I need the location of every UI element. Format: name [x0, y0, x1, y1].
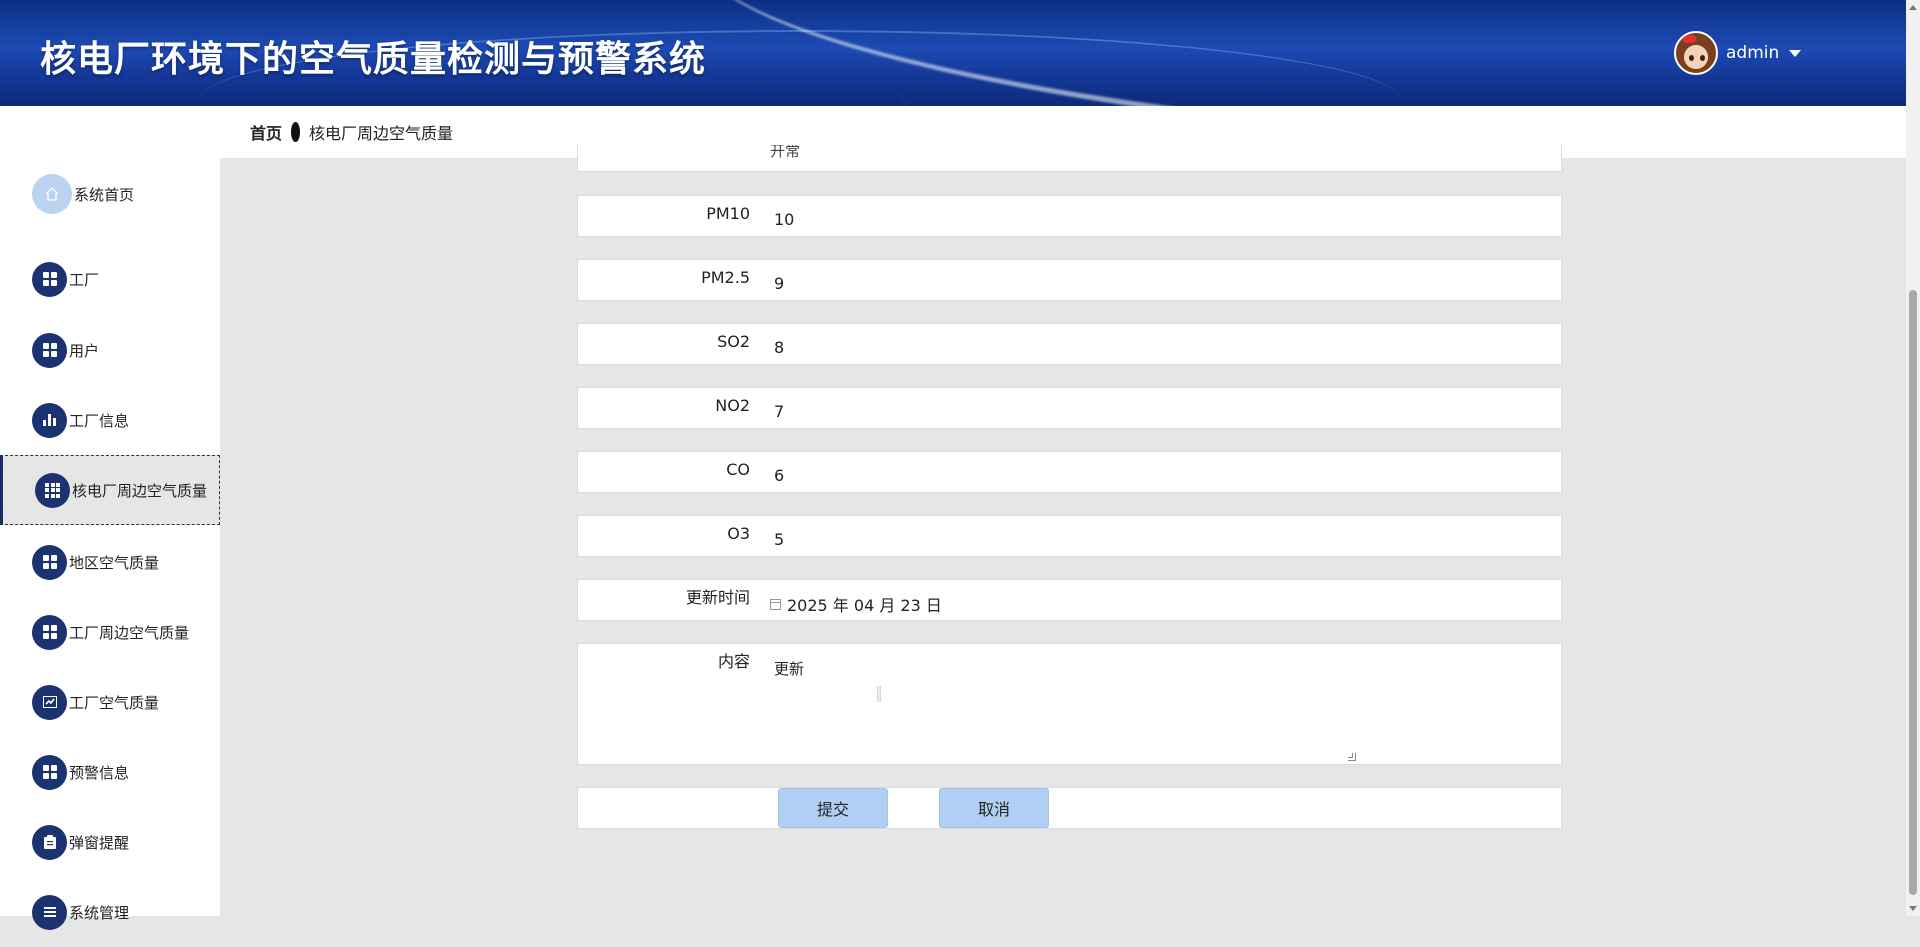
submit-button[interactable]: 提交	[778, 788, 888, 828]
sidebar-item-users[interactable]: 用户	[0, 315, 220, 385]
list-icon	[32, 894, 67, 930]
home-icon	[32, 174, 72, 214]
field-label: PM10	[706, 204, 750, 223]
grid-icon	[32, 754, 67, 790]
scroll-up-icon[interactable]	[1909, 5, 1917, 10]
sidebar: 系统首页 工厂 用户 工厂信息 核电厂周边空气质量 地区空气质量 工厂周边空气质…	[0, 106, 220, 930]
form-row-update-time: 更新时间 2025 年 04 月 23 日	[577, 579, 1562, 621]
pm10-input[interactable]	[770, 198, 1550, 234]
cancel-button[interactable]: 取消	[939, 788, 1049, 828]
sidebar-item-label: 核电厂周边空气质量	[72, 481, 208, 500]
table-icon	[35, 472, 70, 508]
o3-input[interactable]	[770, 518, 1550, 554]
partial-field-value: 开常	[770, 145, 801, 160]
sidebar-item-label: 预警信息	[69, 763, 130, 782]
scroll-down-icon[interactable]	[1909, 906, 1917, 911]
pm25-input[interactable]	[770, 262, 1550, 298]
bar-chart-icon	[32, 402, 67, 438]
field-label: CO	[726, 460, 750, 479]
field-label: O3	[727, 524, 750, 543]
grid-icon	[32, 544, 67, 580]
form-row-o3: O3	[577, 515, 1562, 557]
app-header: 核电厂环境下的空气质量检测与预警系统 admin	[0, 0, 1906, 106]
resize-handle-icon[interactable]	[1348, 753, 1356, 761]
form-row-content: 内容 更新	[577, 643, 1562, 765]
sidebar-item-label: 弹窗提醒	[69, 833, 130, 852]
sidebar-item-label: 系统首页	[74, 185, 135, 204]
field-label: NO2	[715, 396, 750, 415]
field-label: SO2	[717, 332, 750, 351]
page-scrollbar[interactable]	[1906, 0, 1920, 916]
sidebar-item-label: 工厂信息	[69, 411, 130, 430]
line-chart-icon	[32, 684, 67, 720]
sidebar-item-label: 地区空气质量	[69, 553, 160, 572]
sidebar-item-nuclear-air-quality[interactable]: 核电厂周边空气质量	[0, 455, 220, 525]
sidebar-item-label: 系统管理	[69, 903, 130, 922]
app-title: 核电厂环境下的空气质量检测与预警系统	[40, 39, 707, 80]
sidebar-item-label: 工厂周边空气质量	[69, 623, 190, 642]
grid-icon	[32, 261, 67, 297]
field-label: 更新时间	[685, 588, 750, 607]
form-row-so2: SO2	[577, 323, 1562, 365]
form-row-pm10: PM10	[577, 195, 1562, 237]
clipboard-icon	[32, 824, 67, 860]
grid-icon	[32, 614, 67, 650]
sidebar-item-factory-surrounding-air[interactable]: 工厂周边空气质量	[0, 597, 220, 667]
sidebar-item-factory[interactable]: 工厂	[0, 244, 220, 314]
sidebar-item-warning-info[interactable]: 预警信息	[0, 737, 220, 807]
sidebar-item-region-air-quality[interactable]: 地区空气质量	[0, 527, 220, 597]
field-label: PM2.5	[701, 268, 750, 287]
no2-input[interactable]	[770, 390, 1550, 426]
breadcrumb-separator-icon	[291, 122, 301, 142]
sidebar-item-label: 用户	[69, 341, 100, 360]
field-label: 内容	[717, 652, 750, 671]
sidebar-item-home[interactable]: 系统首页	[0, 159, 220, 229]
form-row-partial: 开常	[577, 145, 1562, 172]
scroll-thumb[interactable]	[1909, 290, 1917, 895]
content-textarea[interactable]: 更新	[770, 646, 1550, 762]
sidebar-item-factory-air-quality[interactable]: 工厂空气质量	[0, 667, 220, 737]
form-row-no2: NO2	[577, 387, 1562, 429]
sidebar-item-popup-reminder[interactable]: 弹窗提醒	[0, 807, 220, 877]
breadcrumb-current: 核电厂周边空气质量	[309, 124, 454, 143]
form-row-pm25: PM2.5	[577, 259, 1562, 301]
form-actions: 提交 取消	[577, 787, 1562, 829]
update-time-value: 2025 年 04 月 23 日	[787, 596, 942, 615]
text-cursor-icon	[877, 686, 881, 702]
update-time-picker[interactable]: 2025 年 04 月 23 日	[770, 592, 942, 616]
sidebar-item-factory-info[interactable]: 工厂信息	[0, 385, 220, 455]
form-row-co: CO	[577, 451, 1562, 493]
caret-down-icon	[1789, 49, 1802, 57]
grid-icon	[32, 332, 67, 368]
sidebar-item-label: 工厂	[69, 270, 100, 289]
breadcrumb-home[interactable]: 首页	[250, 120, 282, 144]
co-input[interactable]	[770, 454, 1550, 490]
username: admin	[1726, 43, 1780, 63]
user-menu[interactable]: admin	[1674, 31, 1802, 75]
calendar-icon	[770, 598, 781, 610]
avatar	[1674, 31, 1718, 75]
sidebar-item-system-admin[interactable]: 系统管理	[0, 877, 220, 947]
sidebar-item-label: 工厂空气质量	[69, 693, 160, 712]
so2-input[interactable]	[770, 326, 1550, 362]
